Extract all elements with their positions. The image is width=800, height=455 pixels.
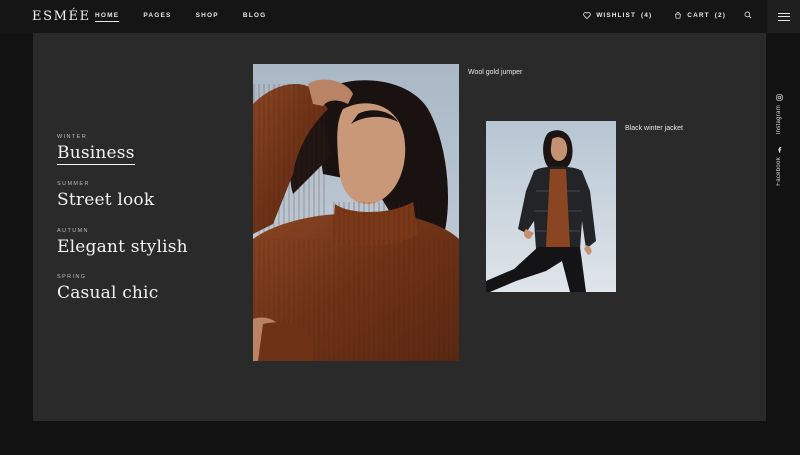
- search-button[interactable]: [744, 11, 752, 19]
- cart-label: CART: [687, 11, 710, 19]
- product-photo-winter-jacket[interactable]: [486, 121, 616, 292]
- model-jacket-image: [486, 121, 616, 292]
- collection-item-business[interactable]: WINTER Business: [57, 134, 135, 165]
- cart-button[interactable]: CART (2): [674, 11, 726, 19]
- nav-item-shop[interactable]: SHOP: [196, 12, 219, 22]
- nav-item-pages[interactable]: PAGES: [143, 12, 171, 22]
- site-header: ESMÉE HOME PAGES SHOP BLOG WISHLIST (4) …: [0, 0, 800, 33]
- facebook-icon: [777, 147, 781, 153]
- wishlist-button[interactable]: WISHLIST (4): [583, 12, 652, 19]
- collection-item-casual-chic[interactable]: SPRING Casual chic: [57, 274, 158, 303]
- instagram-label: Instagram: [776, 105, 782, 135]
- collection-title[interactable]: Street look: [57, 190, 154, 210]
- cart-count: (2): [714, 11, 726, 19]
- collection-item-street-look[interactable]: SUMMER Street look: [57, 181, 154, 210]
- social-link-instagram[interactable]: Instagram: [769, 94, 789, 134]
- wishlist-label: WISHLIST: [596, 11, 637, 19]
- product-caption-winter-jacket[interactable]: Black winter jacket: [625, 125, 683, 132]
- social-link-facebook[interactable]: Facebook: [769, 146, 789, 186]
- model-sweater-image: [253, 64, 459, 361]
- header-tools: WISHLIST (4) CART (2): [583, 11, 752, 19]
- season-tag: SUMMER: [57, 181, 90, 187]
- main-nav: HOME PAGES SHOP BLOG: [95, 12, 266, 22]
- hamburger-menu-button[interactable]: [767, 0, 800, 33]
- collection-title[interactable]: Casual chic: [57, 283, 158, 303]
- hamburger-icon: [777, 12, 790, 14]
- facebook-label: Facebook: [776, 157, 782, 186]
- product-caption-wool-jumper[interactable]: Wool gold jumper: [468, 69, 522, 76]
- season-tag: SPRING: [57, 274, 87, 280]
- main-panel: WINTER Business SUMMER Street look AUTUM…: [33, 33, 766, 421]
- brand-logo[interactable]: ESMÉE: [32, 9, 91, 24]
- heart-icon: [583, 11, 591, 19]
- nav-item-blog[interactable]: BLOG: [243, 12, 267, 22]
- collection-title[interactable]: Elegant stylish: [57, 237, 188, 257]
- season-tag: WINTER: [57, 134, 88, 140]
- nav-item-home[interactable]: HOME: [95, 12, 120, 22]
- collection-title[interactable]: Business: [57, 143, 135, 165]
- collection-item-elegant-stylish[interactable]: AUTUMN Elegant stylish: [57, 228, 188, 257]
- search-icon: [744, 11, 752, 19]
- instagram-icon: [775, 94, 783, 101]
- cart-icon: [675, 11, 682, 19]
- season-tag: AUTUMN: [57, 228, 89, 234]
- product-photo-wool-jumper[interactable]: [253, 64, 459, 361]
- wishlist-count: (4): [641, 11, 653, 19]
